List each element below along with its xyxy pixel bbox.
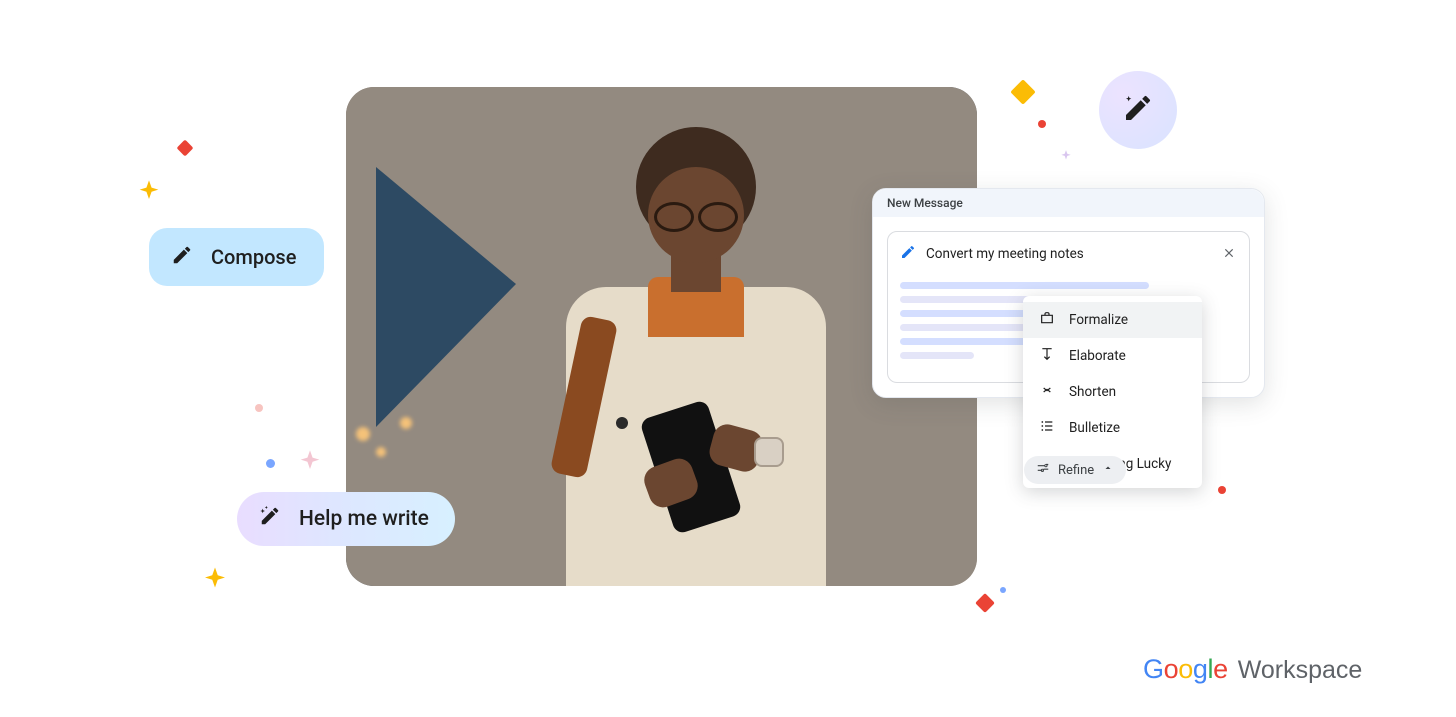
refine-button[interactable]: Refine: [1024, 456, 1126, 484]
google-wordmark: Google: [1143, 654, 1228, 685]
sparkle-icon: [1059, 148, 1073, 167]
help-me-write-label: Help me write: [299, 507, 429, 531]
workspace-wordmark: Workspace: [1238, 656, 1363, 685]
refine-label: Refine: [1058, 463, 1094, 478]
tune-icon: [1036, 461, 1050, 479]
new-message-header: New Message: [873, 189, 1264, 217]
menu-item-label: Bulletize: [1069, 420, 1120, 436]
sparkle-icon: [1000, 587, 1006, 593]
google-workspace-logo: Google Workspace: [1143, 654, 1362, 685]
sparkle-icon: [177, 140, 194, 157]
sparkle-icon: [255, 404, 263, 412]
compose-label: Compose: [211, 245, 296, 269]
sparkle-icon: [975, 593, 995, 613]
sparkle-icon: [1218, 486, 1226, 494]
prompt-text[interactable]: Convert my meeting notes: [926, 246, 1211, 262]
magic-pencil-icon: [900, 244, 916, 264]
sparkle-icon: [1038, 120, 1046, 128]
refine-menu-item-formalize[interactable]: Formalize: [1023, 302, 1202, 338]
collapse-icon: [1039, 382, 1055, 402]
new-message-title: New Message: [887, 196, 963, 210]
sparkle-icon: [200, 565, 230, 599]
refine-menu-item-bulletize[interactable]: Bulletize: [1023, 410, 1202, 446]
help-me-write-button[interactable]: Help me write: [237, 492, 455, 546]
expand-text-icon: [1039, 346, 1055, 366]
menu-item-label: Shorten: [1069, 384, 1116, 400]
pencil-icon: [171, 244, 193, 271]
sparkle-icon: [1010, 79, 1035, 104]
menu-item-label: Formalize: [1069, 312, 1128, 328]
magic-pencil-icon: [259, 505, 281, 533]
close-icon[interactable]: [1221, 246, 1237, 262]
refine-menu-item-elaborate[interactable]: Elaborate: [1023, 338, 1202, 374]
magic-wand-icon: [1122, 92, 1154, 128]
refine-menu-item-shorten[interactable]: Shorten: [1023, 374, 1202, 410]
sparkle-icon: [296, 448, 324, 480]
list-icon: [1039, 418, 1055, 438]
compose-button[interactable]: Compose: [149, 228, 324, 286]
chevron-up-icon: [1102, 462, 1114, 478]
menu-item-label: Elaborate: [1069, 348, 1126, 364]
briefcase-icon: [1039, 310, 1055, 330]
sparkle-icon: [135, 178, 163, 210]
sparkle-icon: [266, 459, 275, 468]
magic-wand-badge: [1099, 71, 1177, 149]
